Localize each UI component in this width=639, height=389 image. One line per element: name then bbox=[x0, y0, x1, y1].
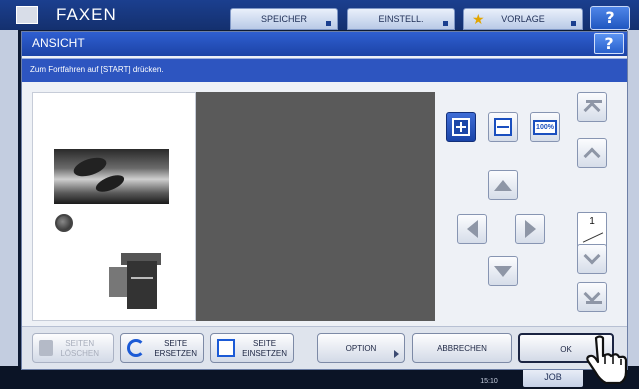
clock-time: 15:10 bbox=[480, 378, 498, 385]
star-icon: ★ bbox=[472, 11, 485, 27]
submenu-arrow-icon bbox=[394, 350, 399, 358]
page-separator bbox=[582, 232, 604, 243]
chevron-down-icon bbox=[583, 247, 601, 265]
tab-vorlage-label: VORLAGE bbox=[501, 14, 545, 24]
tab-speicher[interactable]: SPEICHER bbox=[230, 8, 338, 30]
preview-text-block bbox=[54, 117, 160, 141]
replace-page-button[interactable]: SEITE ERSETZEN bbox=[120, 333, 204, 363]
last-page-bar-icon bbox=[586, 301, 602, 304]
pan-left-button[interactable] bbox=[457, 214, 487, 244]
message-bar: Zum Fortfahren auf [START] drücken. bbox=[22, 58, 627, 82]
pan-up-button[interactable] bbox=[488, 170, 518, 200]
cancel-button[interactable]: ABBRECHEN bbox=[412, 333, 512, 363]
actual-size-label: 100% bbox=[533, 119, 557, 135]
action-bar: SEITEN LÖSCHEN SEITE ERSETZEN SEITE EINS… bbox=[22, 326, 627, 369]
fit-width-icon bbox=[494, 118, 512, 136]
chevron-up-icon bbox=[583, 147, 601, 165]
zoom-view-area[interactable] bbox=[196, 92, 435, 321]
dialog-title: ANSICHT bbox=[32, 36, 85, 50]
tab-vorlage[interactable]: ★ VORLAGE bbox=[463, 8, 583, 30]
insert-page-icon bbox=[217, 339, 235, 357]
arrow-left-icon bbox=[466, 220, 478, 238]
delete-pages-button[interactable]: SEITEN LÖSCHEN bbox=[32, 333, 114, 363]
dropdown-icon bbox=[571, 21, 576, 26]
page-preview bbox=[32, 92, 196, 321]
instruction-message: Zum Fortfahren auf [START] drücken. bbox=[30, 65, 164, 74]
previous-page-button[interactable] bbox=[577, 138, 607, 168]
replace-page-label: SEITE ERSETZEN bbox=[154, 339, 197, 358]
help-button[interactable]: ? bbox=[590, 6, 630, 30]
dropdown-icon bbox=[326, 21, 331, 26]
background-panel-left bbox=[0, 30, 18, 366]
hand-pointer-icon bbox=[586, 335, 628, 384]
dialog-help-button[interactable]: ? bbox=[594, 33, 624, 54]
option-label: OPTION bbox=[345, 344, 377, 353]
fit-width-button[interactable] bbox=[488, 112, 518, 142]
preview-text-block bbox=[103, 219, 149, 229]
chevron-up-icon bbox=[583, 101, 601, 119]
pan-right-button[interactable] bbox=[515, 214, 545, 244]
fit-page-button[interactable] bbox=[446, 112, 476, 142]
tab-speicher-label: SPEICHER bbox=[260, 14, 307, 24]
trash-icon bbox=[39, 340, 53, 356]
tab-einstell-label: EINSTELL. bbox=[378, 14, 424, 24]
fax-icon bbox=[16, 6, 38, 24]
insert-page-button[interactable]: SEITE EINSETZEN bbox=[210, 333, 294, 363]
arrow-down-icon bbox=[494, 265, 512, 277]
dropdown-icon bbox=[443, 21, 448, 26]
first-page-button[interactable] bbox=[577, 92, 607, 122]
tab-einstell[interactable]: EINSTELL. bbox=[347, 8, 455, 30]
next-page-button[interactable] bbox=[577, 244, 607, 274]
option-button[interactable]: OPTION bbox=[317, 333, 405, 363]
chevron-down-icon bbox=[583, 285, 601, 303]
copier-image bbox=[109, 253, 171, 309]
insert-page-label: SEITE EINSETZEN bbox=[242, 339, 287, 358]
preview-dialog: ANSICHT ? Zum Fortfahren auf [START] drü… bbox=[21, 31, 628, 370]
fax-screen-title: FAXEN bbox=[56, 5, 117, 24]
arrow-right-icon bbox=[524, 220, 536, 238]
cancel-label: ABBRECHEN bbox=[437, 344, 487, 353]
current-page-number: 1 bbox=[589, 216, 595, 227]
actual-size-button[interactable]: 100% bbox=[530, 112, 560, 142]
job-status-button[interactable]: JOB bbox=[523, 367, 583, 387]
arrow-up-icon bbox=[494, 179, 512, 191]
pan-down-button[interactable] bbox=[488, 256, 518, 286]
last-page-button[interactable] bbox=[577, 282, 607, 312]
fit-page-icon bbox=[452, 118, 470, 136]
replace-icon bbox=[127, 339, 145, 357]
delete-pages-label: SEITEN LÖSCHEN bbox=[60, 339, 99, 358]
dialog-titlebar: ANSICHT ? bbox=[22, 32, 627, 56]
background-panel-right bbox=[627, 30, 639, 366]
globe-image bbox=[55, 214, 73, 232]
